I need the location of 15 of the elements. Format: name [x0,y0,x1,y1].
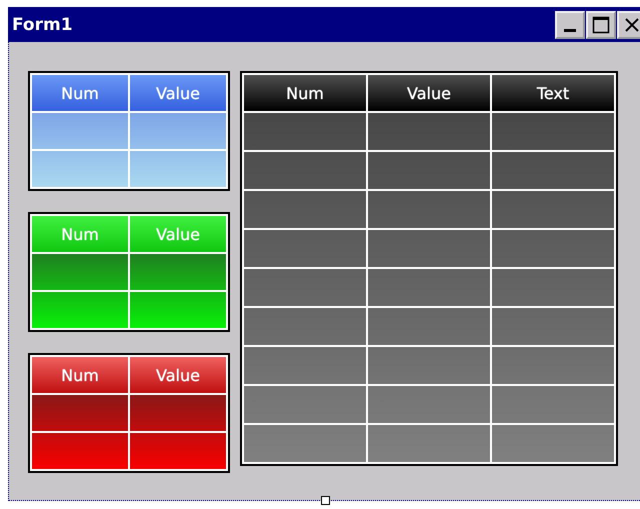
maximize-icon [592,16,610,34]
column-header[interactable]: Num [32,75,128,111]
minimize-icon [564,29,576,32]
column-header[interactable]: Num [244,75,366,111]
column-header[interactable]: Num [32,357,128,393]
window-title: Form1 [12,14,74,34]
column-header[interactable]: Value [130,357,226,393]
column-header[interactable]: Value [368,75,490,111]
column-header[interactable]: Text [492,75,614,111]
close-button[interactable] [617,10,640,38]
maximize-button[interactable] [586,10,616,38]
minimize-button[interactable] [555,10,585,38]
resize-handle[interactable] [321,496,330,505]
column-header[interactable]: Value [130,75,226,111]
close-icon [624,16,640,32]
